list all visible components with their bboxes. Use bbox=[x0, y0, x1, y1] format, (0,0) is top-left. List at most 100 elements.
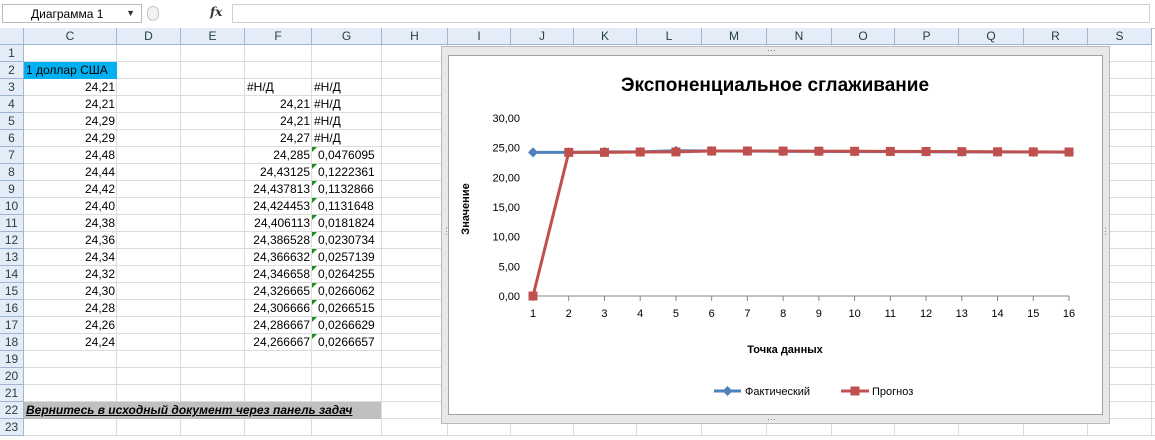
error-indicator-icon[interactable] bbox=[312, 164, 317, 169]
row-header-2[interactable]: 2 bbox=[0, 62, 24, 79]
cell-c7[interactable]: 24,48 bbox=[24, 147, 117, 164]
row-header-3[interactable]: 3 bbox=[0, 79, 24, 96]
row-header-21[interactable]: 21 bbox=[0, 385, 24, 402]
cell-c3[interactable]: 24,21 bbox=[24, 79, 117, 96]
row-header-4[interactable]: 4 bbox=[0, 96, 24, 113]
cell-c11[interactable]: 24,38 bbox=[24, 215, 117, 232]
row-header-11[interactable]: 11 bbox=[0, 215, 24, 232]
cell-f7[interactable]: 24,285 bbox=[245, 147, 312, 164]
name-box[interactable]: Диаграмма 1 ▼ bbox=[2, 4, 142, 23]
column-header-s[interactable]: S bbox=[1088, 28, 1152, 45]
data-point-forecast[interactable] bbox=[564, 147, 574, 157]
cell-c4[interactable]: 24,21 bbox=[24, 96, 117, 113]
error-indicator-icon[interactable] bbox=[312, 215, 317, 220]
row-header-10[interactable]: 10 bbox=[0, 198, 24, 215]
cell-f10[interactable]: 24,424453 bbox=[245, 198, 312, 215]
data-point-forecast[interactable] bbox=[635, 147, 645, 157]
formula-input[interactable] bbox=[232, 4, 1150, 23]
data-point-forecast[interactable] bbox=[599, 147, 609, 157]
row-header-13[interactable]: 13 bbox=[0, 249, 24, 266]
cell-f6[interactable]: 24,27 bbox=[245, 130, 312, 147]
cell-f18[interactable]: 24,266667 bbox=[245, 334, 312, 351]
column-header-k[interactable]: K bbox=[574, 28, 637, 45]
cell-g4[interactable]: #Н/Д bbox=[312, 96, 382, 113]
column-header-o[interactable]: O bbox=[832, 28, 895, 45]
error-indicator-icon[interactable] bbox=[312, 181, 317, 186]
cell-g8[interactable]: 0,1222361 bbox=[312, 164, 382, 181]
column-header-m[interactable]: M bbox=[702, 28, 767, 45]
cell-c2[interactable]: 1 доллар США bbox=[24, 62, 117, 79]
series-line-2[interactable] bbox=[531, 149, 1070, 297]
data-point-forecast[interactable] bbox=[957, 147, 967, 157]
row-header-20[interactable]: 20 bbox=[0, 368, 24, 385]
row-header-23[interactable]: 23 bbox=[0, 419, 24, 436]
row-header-12[interactable]: 12 bbox=[0, 232, 24, 249]
cell-c13[interactable]: 24,34 bbox=[24, 249, 117, 266]
cell-f12[interactable]: 24,386528 bbox=[245, 232, 312, 249]
row-header-8[interactable]: 8 bbox=[0, 164, 24, 181]
cell-f3[interactable]: #Н/Д bbox=[245, 79, 312, 96]
row-header-17[interactable]: 17 bbox=[0, 317, 24, 334]
data-point-forecast[interactable] bbox=[814, 146, 824, 156]
error-indicator-icon[interactable] bbox=[312, 249, 317, 254]
cell-c14[interactable]: 24,32 bbox=[24, 266, 117, 283]
cell-g9[interactable]: 0,1132866 bbox=[312, 181, 382, 198]
cell-c8[interactable]: 24,44 bbox=[24, 164, 117, 181]
data-point-forecast[interactable] bbox=[1064, 147, 1074, 157]
cell-f5[interactable]: 24,21 bbox=[245, 113, 312, 130]
cell-c10[interactable]: 24,40 bbox=[24, 198, 117, 215]
cell-c16[interactable]: 24,28 bbox=[24, 300, 117, 317]
y-axis-title[interactable]: Значение bbox=[460, 183, 472, 234]
column-header-j[interactable]: J bbox=[511, 28, 574, 45]
cell-f11[interactable]: 24,406113 bbox=[245, 215, 312, 232]
cell-g11[interactable]: 0,0181824 bbox=[312, 215, 382, 232]
cell-c22[interactable]: Вернитесь в исходный документ через пане… bbox=[24, 402, 381, 419]
column-header-g[interactable]: G bbox=[312, 28, 382, 45]
data-point-forecast[interactable] bbox=[707, 146, 717, 156]
cell-f15[interactable]: 24,326665 bbox=[245, 283, 312, 300]
cell-g17[interactable]: 0,0266629 bbox=[312, 317, 382, 334]
row-header-22[interactable]: 22 bbox=[0, 402, 24, 419]
cell-f17[interactable]: 24,286667 bbox=[245, 317, 312, 334]
column-header-r[interactable]: R bbox=[1024, 28, 1088, 45]
cell-f14[interactable]: 24,346658 bbox=[245, 266, 312, 283]
column-header-p[interactable]: P bbox=[895, 28, 959, 45]
cell-f4[interactable]: 24,21 bbox=[245, 96, 312, 113]
cell-g14[interactable]: 0,0264255 bbox=[312, 266, 382, 283]
error-indicator-icon[interactable] bbox=[312, 300, 317, 305]
x-axis-title[interactable]: Точка данных bbox=[747, 344, 823, 356]
data-point-forecast[interactable] bbox=[921, 147, 931, 157]
row-header-9[interactable]: 9 bbox=[0, 181, 24, 198]
column-header-n[interactable]: N bbox=[767, 28, 832, 45]
insert-function-icon[interactable]: fx bbox=[210, 5, 222, 19]
column-header-d[interactable]: D bbox=[117, 28, 181, 45]
row-header-15[interactable]: 15 bbox=[0, 283, 24, 300]
data-point-forecast[interactable] bbox=[528, 291, 538, 301]
cell-g3[interactable]: #Н/Д bbox=[312, 79, 382, 96]
cell-f8[interactable]: 24,43125 bbox=[245, 164, 312, 181]
formula-bar-separator-handle[interactable] bbox=[147, 6, 159, 21]
column-header-q[interactable]: Q bbox=[959, 28, 1024, 45]
cell-g12[interactable]: 0,0230734 bbox=[312, 232, 382, 249]
cell-g10[interactable]: 0,1131648 bbox=[312, 198, 382, 215]
data-point-forecast[interactable] bbox=[1028, 147, 1038, 157]
cell-c6[interactable]: 24,29 bbox=[24, 130, 117, 147]
data-point-forecast[interactable] bbox=[850, 146, 860, 156]
chevron-down-icon[interactable]: ▼ bbox=[126, 8, 135, 18]
column-header-l[interactable]: L bbox=[637, 28, 702, 45]
cell-g5[interactable]: #Н/Д bbox=[312, 113, 382, 130]
data-point-forecast[interactable] bbox=[778, 146, 788, 156]
data-point-actual[interactable] bbox=[528, 147, 538, 158]
column-header-c[interactable]: C bbox=[24, 28, 117, 45]
cell-f13[interactable]: 24,366632 bbox=[245, 249, 312, 266]
column-header-i[interactable]: I bbox=[448, 28, 511, 45]
legend-label-forecast[interactable]: Прогноз bbox=[872, 386, 913, 398]
error-indicator-icon[interactable] bbox=[312, 266, 317, 271]
row-header-16[interactable]: 16 bbox=[0, 300, 24, 317]
row-header-7[interactable]: 7 bbox=[0, 147, 24, 164]
legend-label-actual[interactable]: Фактический bbox=[745, 386, 810, 398]
error-indicator-icon[interactable] bbox=[312, 147, 317, 152]
resize-handle-top[interactable]: ⋯ bbox=[767, 46, 776, 55]
error-indicator-icon[interactable] bbox=[312, 283, 317, 288]
cell-c18[interactable]: 24,24 bbox=[24, 334, 117, 351]
